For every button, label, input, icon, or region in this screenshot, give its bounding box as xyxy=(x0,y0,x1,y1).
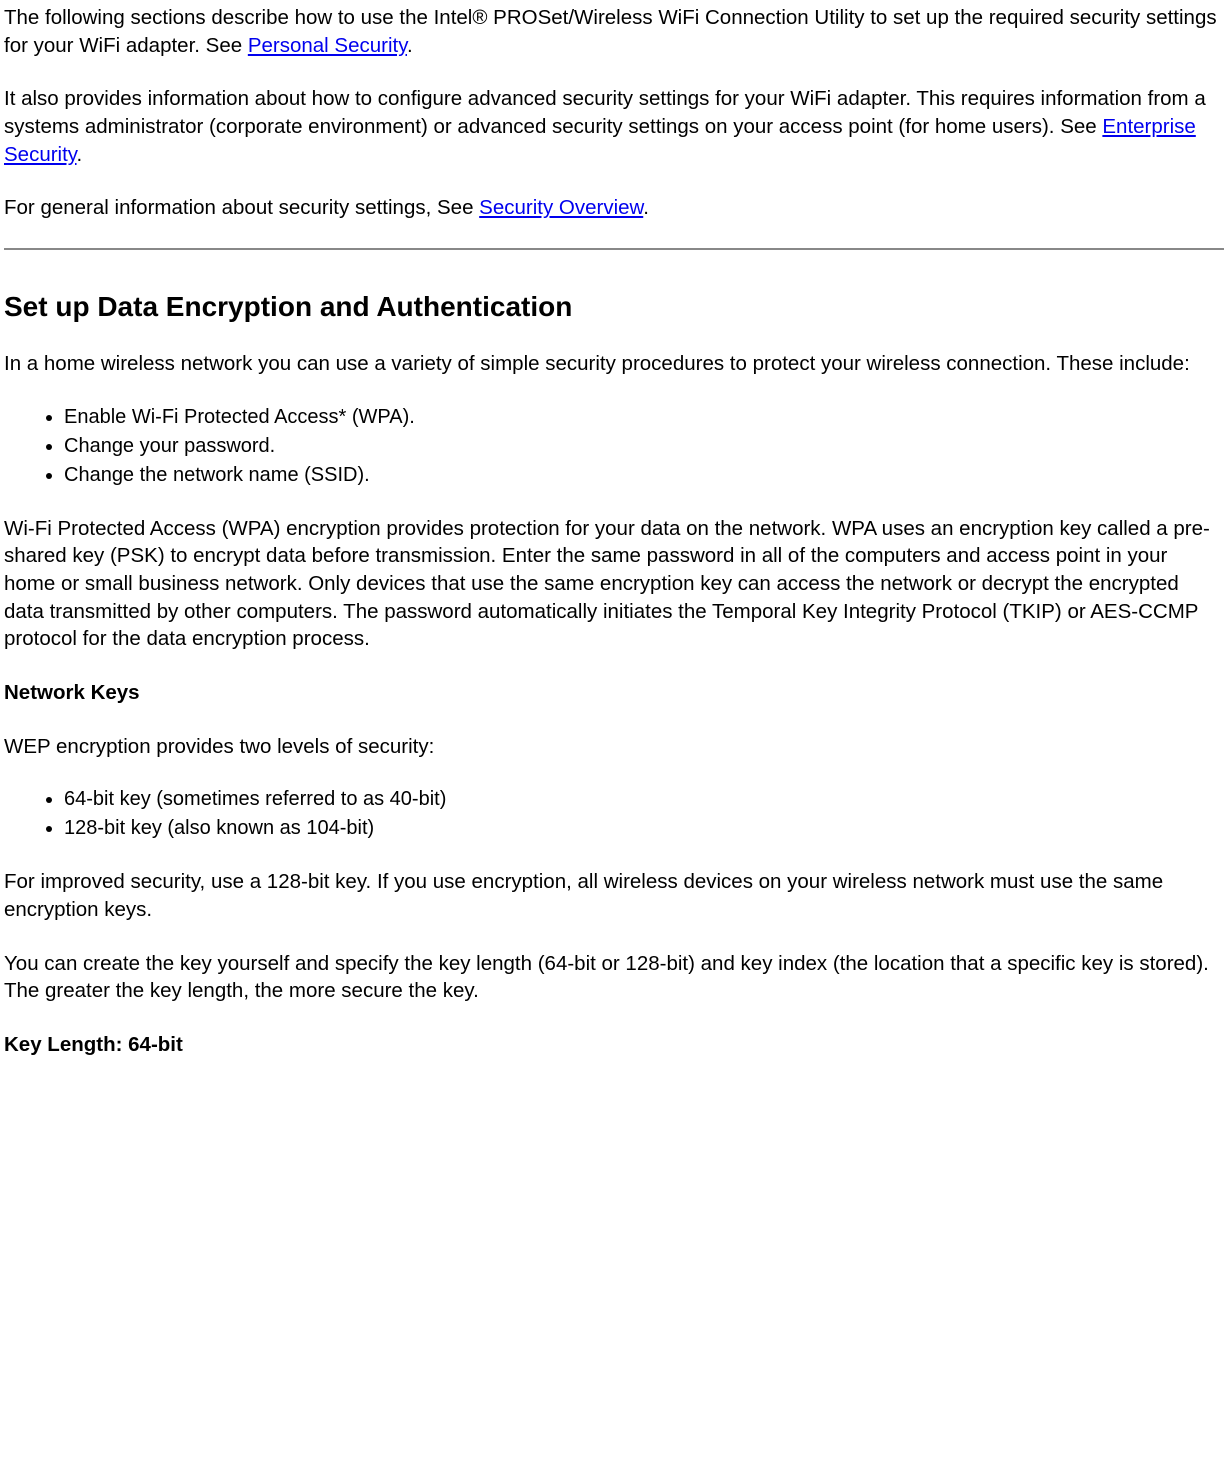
intro-paragraph-2: It also provides information about how t… xyxy=(4,85,1224,168)
text-span: . xyxy=(77,143,83,166)
paragraph-home-network: In a home wireless network you can use a… xyxy=(4,350,1224,378)
paragraph-create-key: You can create the key yourself and spec… xyxy=(4,950,1224,1005)
list-item: Change your password. xyxy=(64,433,1224,460)
divider xyxy=(4,248,1224,250)
heading-network-keys: Network Keys xyxy=(4,679,1224,707)
link-security-overview[interactable]: Security Overview xyxy=(479,196,643,219)
list-item: 128-bit key (also known as 104-bit) xyxy=(64,815,1224,842)
heading-key-length-64: Key Length: 64-bit xyxy=(4,1031,1224,1059)
list-item: Enable Wi-Fi Protected Access* (WPA). xyxy=(64,404,1224,431)
text-span: . xyxy=(407,34,413,57)
intro-paragraph-3: For general information about security s… xyxy=(4,194,1224,222)
paragraph-wpa: Wi-Fi Protected Access (WPA) encryption … xyxy=(4,515,1224,653)
paragraph-improved-sec: For improved security, use a 128-bit key… xyxy=(4,868,1224,923)
link-personal-security[interactable]: Personal Security xyxy=(248,34,407,57)
paragraph-wep-levels: WEP encryption provides two levels of se… xyxy=(4,733,1224,761)
list-item: 64-bit key (sometimes referred to as 40-… xyxy=(64,786,1224,813)
list-procedures: Enable Wi-Fi Protected Access* (WPA). Ch… xyxy=(4,404,1224,489)
intro-paragraph-1: The following sections describe how to u… xyxy=(4,4,1224,59)
text-span: . xyxy=(643,196,649,219)
text-span: For general information about security s… xyxy=(4,196,479,219)
list-wep-levels: 64-bit key (sometimes referred to as 40-… xyxy=(4,786,1224,842)
heading-setup-encryption: Set up Data Encryption and Authenticatio… xyxy=(4,288,1224,326)
text-span: It also provides information about how t… xyxy=(4,87,1206,138)
text-span: The following sections describe how to u… xyxy=(4,6,1217,57)
list-item: Change the network name (SSID). xyxy=(64,462,1224,489)
